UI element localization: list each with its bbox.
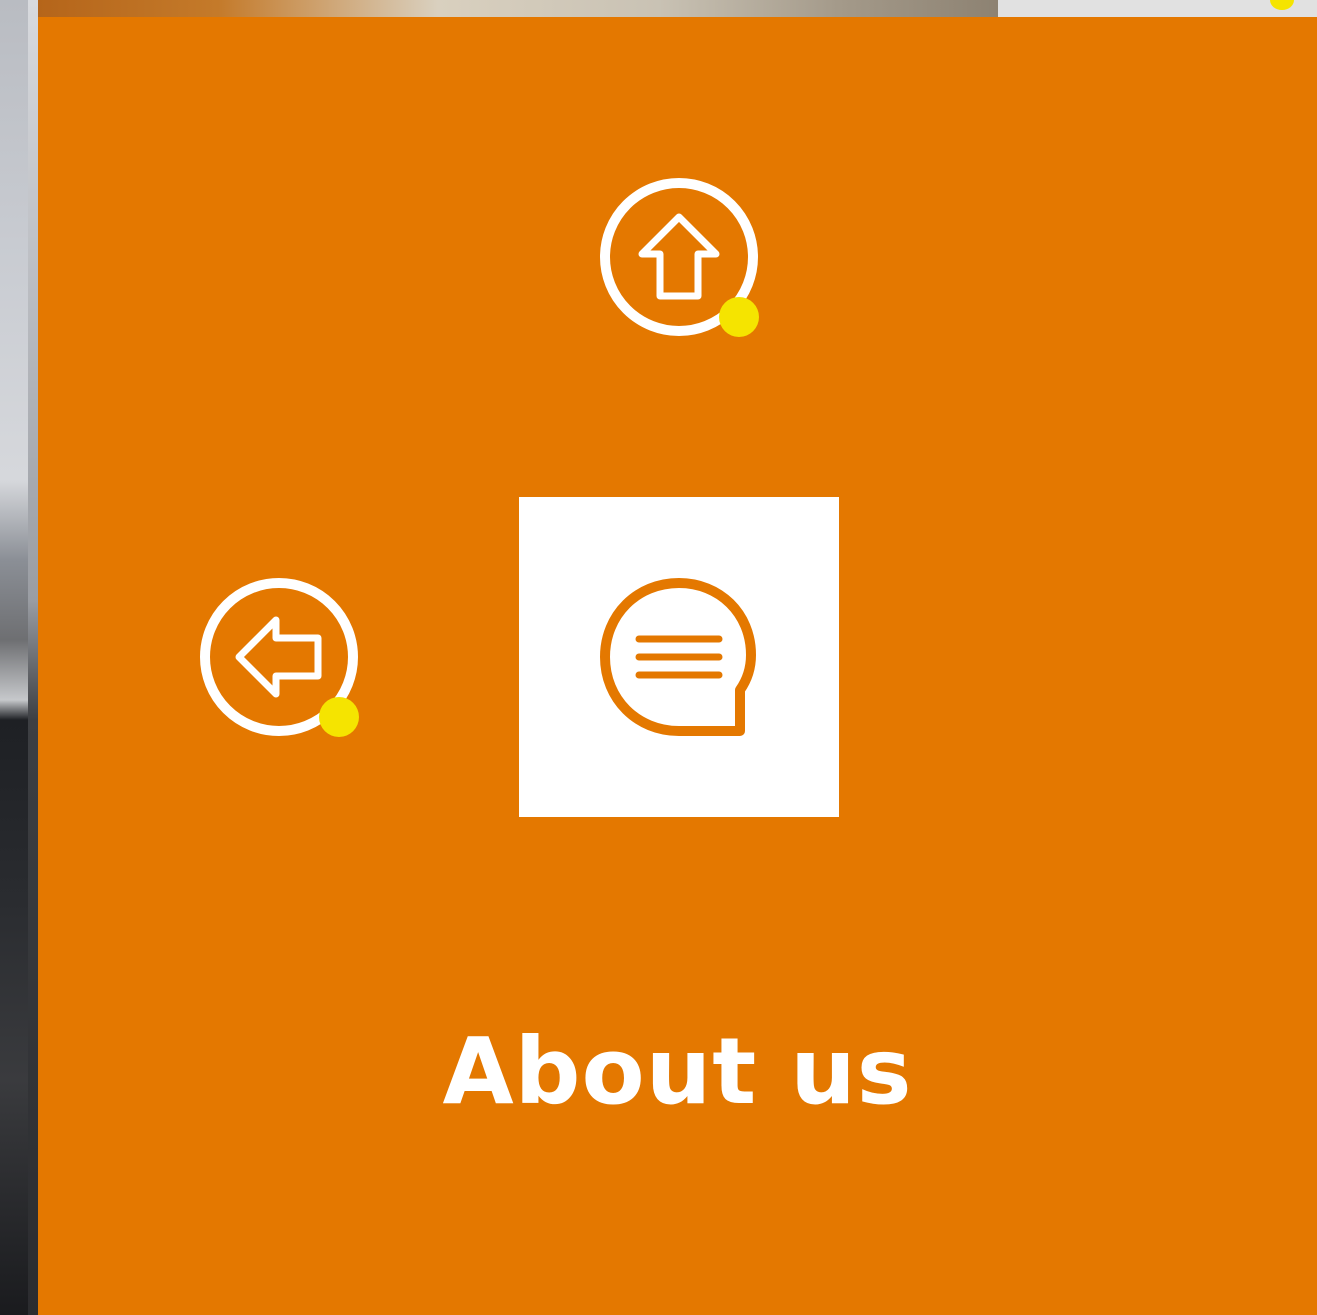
page: About us — [0, 0, 1317, 1315]
nav-up-button[interactable] — [599, 177, 759, 337]
arrow-up-icon — [600, 178, 759, 337]
about-panel: About us — [38, 17, 1317, 1315]
indicator-dot — [319, 697, 359, 737]
about-us-tile[interactable] — [519, 497, 839, 817]
background-photo-top — [38, 0, 998, 17]
arrow-left-icon — [200, 578, 359, 737]
chat-bubble-icon — [600, 578, 756, 736]
background-photo-left — [0, 0, 38, 1315]
neighbor-tile — [998, 0, 1317, 17]
page-title: About us — [442, 1018, 913, 1125]
indicator-dot — [719, 297, 759, 337]
nav-left-button[interactable] — [199, 577, 359, 737]
